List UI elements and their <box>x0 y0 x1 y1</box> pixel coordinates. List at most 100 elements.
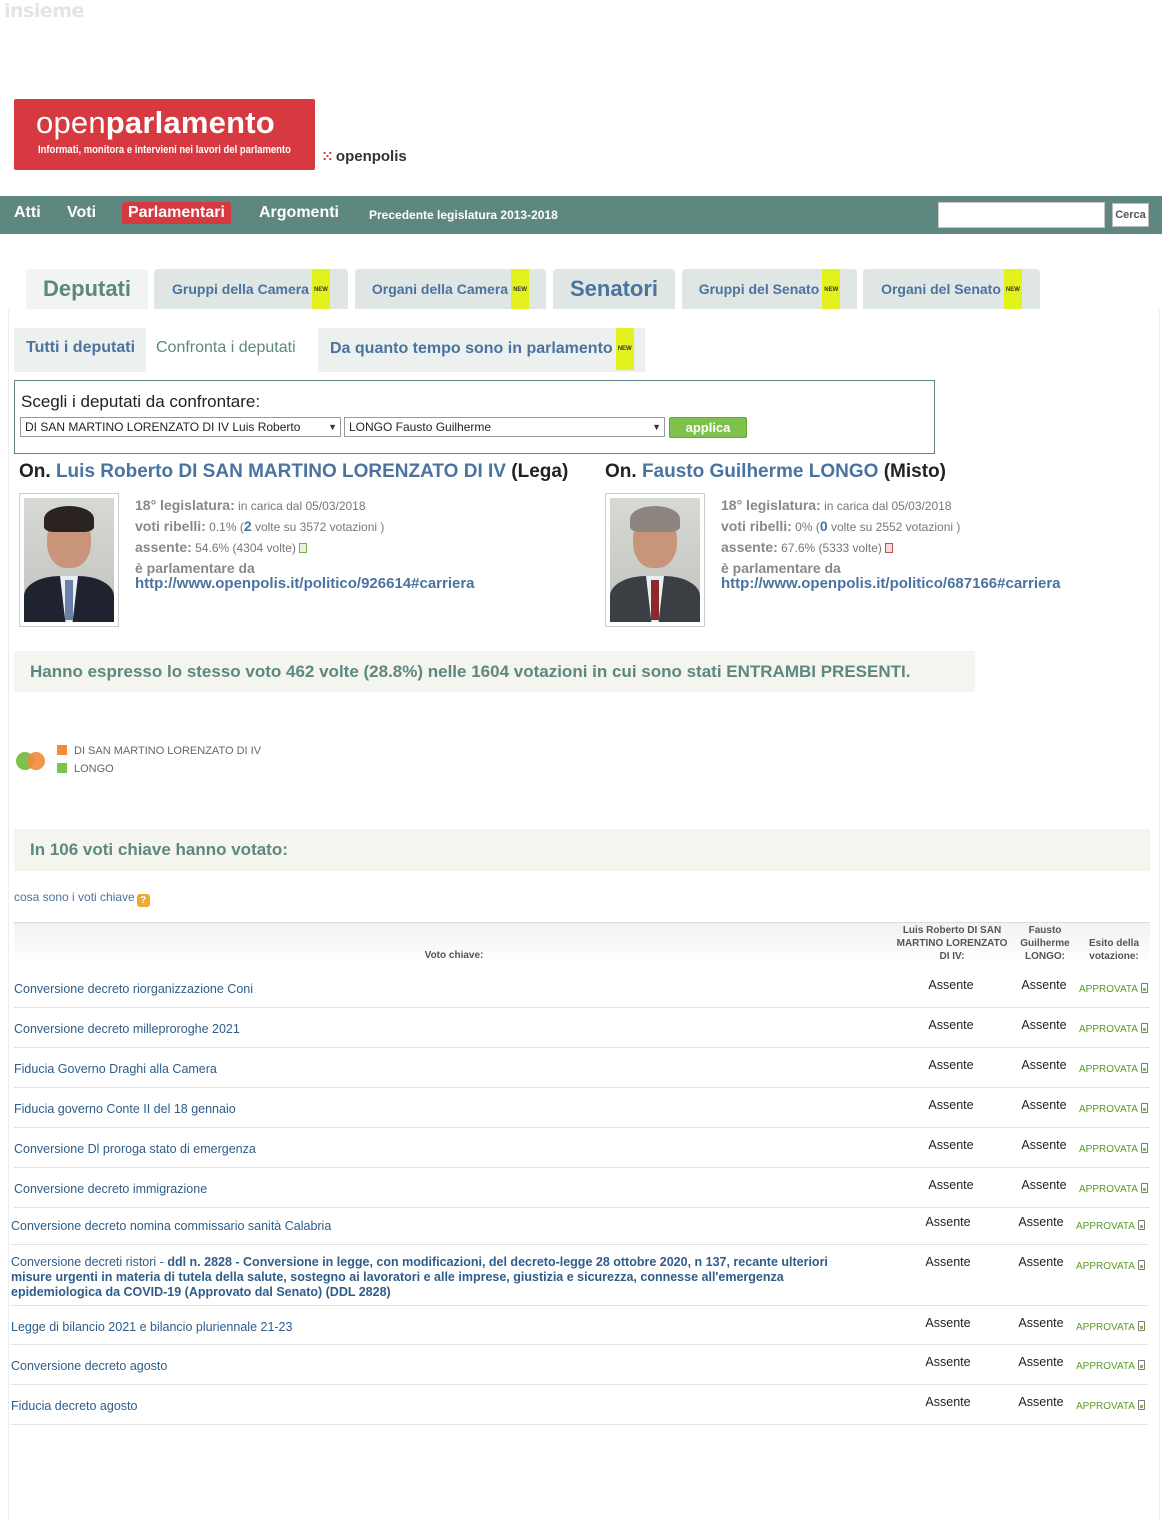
mp1-photo[interactable] <box>19 493 119 627</box>
chevron-down-icon: ▼ <box>652 422 661 432</box>
content-area <box>8 309 1160 1520</box>
tab-deputati[interactable]: Deputati <box>26 269 148 309</box>
mp1-vote: Assente <box>925 1215 971 1229</box>
vote-title-link[interactable]: Conversione decreti ristori - ddl n. 282… <box>11 1255 871 1300</box>
mp1-vote: Assente <box>925 1255 971 1269</box>
document-icon <box>1140 1183 1148 1193</box>
row-divider <box>11 1244 1148 1245</box>
new-badge: NEW <box>311 269 330 312</box>
vote-title-link[interactable]: Fiducia Governo Draghi alla Camera <box>14 1062 217 1076</box>
nav-argomenti[interactable]: Argomenti <box>259 204 339 222</box>
esito: APPROVATA <box>1079 1103 1148 1115</box>
mp2-name-link[interactable]: Fausto Guilherme LONGO <box>642 461 878 482</box>
tab-gruppi-senato[interactable]: Gruppi del Senato NEW <box>682 269 857 312</box>
esito: APPROVATA <box>1079 1023 1148 1035</box>
new-badge: NEW <box>822 269 841 312</box>
subtab-da-quanto-tempo[interactable]: Da quanto tempo sono in parlamento NEW <box>318 328 645 372</box>
mp2-photo[interactable] <box>605 493 705 627</box>
vote-title-link[interactable]: Conversione decreto agosto <box>11 1359 167 1373</box>
thumb-down-icon <box>884 543 893 553</box>
apply-button[interactable]: applica <box>669 417 747 438</box>
mp2-since: è parlamentare da <box>721 560 841 576</box>
search-input[interactable] <box>938 202 1105 228</box>
thumb-up-icon <box>298 543 307 553</box>
document-icon <box>1137 1260 1145 1270</box>
mp2-vote: Assente <box>1021 978 1067 992</box>
search-button[interactable]: Cerca <box>1112 203 1149 227</box>
esito: APPROVATA <box>1079 983 1148 995</box>
document-icon <box>1140 983 1148 993</box>
mp1-vote: Assente <box>928 1138 974 1152</box>
mp1-absent: assente: 54.6% (4304 volte) <box>135 539 307 555</box>
document-icon <box>1137 1220 1145 1230</box>
new-badge: NEW <box>1003 269 1022 312</box>
mp1-vote: Assente <box>928 1018 974 1032</box>
nav-precedente-legislatura[interactable]: Precedente legislatura 2013-2018 <box>369 208 558 222</box>
mp2-legislature: 18° legislatura: in carica dal 05/03/201… <box>721 497 952 513</box>
mp2-vote: Assente <box>1018 1355 1064 1369</box>
mp2-vote: Assente <box>1021 1018 1067 1032</box>
help-icon: ? <box>136 894 150 907</box>
esito: APPROVATA <box>1076 1321 1145 1333</box>
tab-senatori[interactable]: Senatori <box>553 269 675 309</box>
mp1-since: è parlamentare da <box>135 560 255 576</box>
nav-atti[interactable]: Atti <box>14 204 41 222</box>
watermark: insieme <box>4 0 84 22</box>
vote-title-link[interactable]: Legge di bilancio 2021 e bilancio plurie… <box>11 1320 292 1334</box>
vote-title-link[interactable]: Conversione Dl proroga stato di emergenz… <box>14 1142 256 1156</box>
document-icon <box>1140 1063 1148 1073</box>
mp2-vote: Assente <box>1021 1138 1067 1152</box>
col-mp2: Fausto Guilherme LONGO: <box>1020 925 1070 962</box>
mp1-vote: Assente <box>928 1098 974 1112</box>
tab-gruppi-camera[interactable]: Gruppi della Camera NEW <box>154 269 348 312</box>
nav-voti[interactable]: Voti <box>67 204 96 222</box>
mp1-select[interactable]: DI SAN MARTINO LORENZATO DI IV Luis Robe… <box>20 417 341 437</box>
esito: APPROVATA <box>1079 1063 1148 1075</box>
mp1-career-link[interactable]: http://www.openpolis.it/politico/926614#… <box>135 575 475 592</box>
mp2-rebel-votes: voti ribelli: 0% (0 volte su 2552 votazi… <box>721 518 961 534</box>
vote-title-link[interactable]: Conversione decreto immigrazione <box>14 1182 207 1196</box>
esito: APPROVATA <box>1076 1260 1145 1272</box>
mp2-vote: Assente <box>1018 1316 1064 1330</box>
vote-title-link[interactable]: Conversione decreto milleproroghe 2021 <box>14 1022 240 1036</box>
mp2-absent: assente: 67.6% (5333 volte) <box>721 539 893 555</box>
openpolis-link[interactable]: ⁙ openpolis <box>322 148 407 165</box>
esito: APPROVATA <box>1076 1220 1145 1232</box>
esito: APPROVATA <box>1079 1183 1148 1195</box>
subtab-confronta-deputati[interactable]: Confronta i deputati <box>146 328 318 372</box>
venn-diagram <box>16 752 46 770</box>
mp2-vote: Assente <box>1018 1395 1064 1409</box>
mp1-vote: Assente <box>925 1395 971 1409</box>
col-esito: Esito della votazione: <box>1088 938 1139 962</box>
openparlamento-logo[interactable]: openparlamento Informati, monitora e int… <box>14 99 315 170</box>
key-votes-title: In 106 voti chiave hanno votato: <box>14 829 1150 871</box>
nav-parlamentari[interactable]: Parlamentari <box>122 202 231 224</box>
row-divider <box>11 1305 1148 1306</box>
logo-title: openparlamento <box>36 105 275 140</box>
row-divider <box>11 1384 1148 1385</box>
row-divider <box>11 1424 1148 1425</box>
main-navbar: Atti Voti Parlamentari Argomenti Precede… <box>0 196 1162 234</box>
mp2-heading: On. Fausto Guilherme LONGO (Misto) <box>605 461 946 482</box>
mp2-select[interactable]: LONGO Fausto Guilherme ▼ <box>344 417 665 437</box>
tab-organi-camera[interactable]: Organi della Camera NEW <box>355 269 546 312</box>
subtab-tutti-deputati[interactable]: Tutti i deputati <box>14 328 146 372</box>
mp1-name-link[interactable]: Luis Roberto DI SAN MARTINO LORENZATO DI… <box>56 461 506 482</box>
vote-title-link[interactable]: Fiducia decreto agosto <box>11 1399 137 1413</box>
mp1-legislature: 18° legislatura: in carica dal 05/03/201… <box>135 497 366 513</box>
tab-organi-senato[interactable]: Organi del Senato NEW <box>863 269 1040 312</box>
mp2-vote: Assente <box>1021 1098 1067 1112</box>
esito: APPROVATA <box>1076 1360 1145 1372</box>
logo-subtitle: Informati, monitora e intervieni nei lav… <box>38 144 291 156</box>
new-badge: NEW <box>511 269 530 312</box>
mp2-career-link[interactable]: http://www.openpolis.it/politico/687166#… <box>721 575 1061 592</box>
mp2-vote: Assente <box>1018 1255 1064 1269</box>
esito: APPROVATA <box>1076 1400 1145 1412</box>
vote-title-link[interactable]: Conversione decreto riorganizzazione Con… <box>14 982 253 996</box>
vote-title-link[interactable]: Conversione decreto nomina commissario s… <box>11 1219 331 1233</box>
same-vote-summary: Hanno espresso lo stesso voto 462 volte … <box>14 651 975 692</box>
key-votes-info-link[interactable]: cosa sono i voti chiave? <box>14 890 150 907</box>
mp2-vote: Assente <box>1021 1178 1067 1192</box>
vote-title-link[interactable]: Fiducia governo Conte II del 18 gennaio <box>14 1102 236 1116</box>
compare-form: Scegli i deputati da confrontare: DI SAN… <box>14 380 935 454</box>
